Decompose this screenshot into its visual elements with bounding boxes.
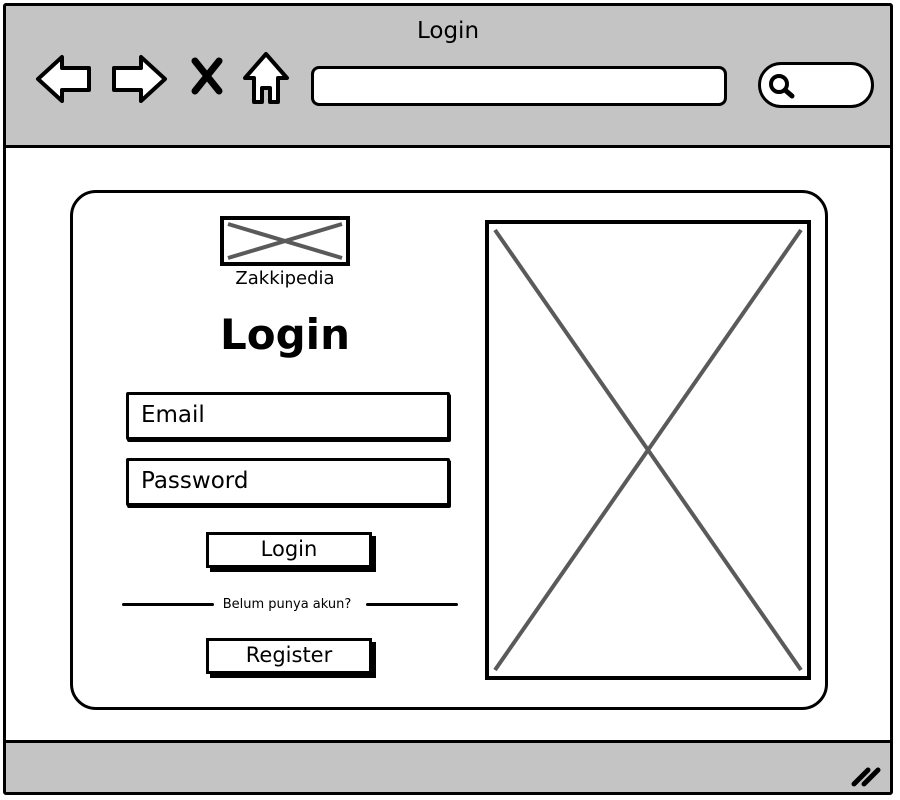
brand-name: Zakkipedia bbox=[235, 268, 335, 289]
separator-line-right bbox=[366, 603, 458, 606]
browser-toolbar: Login bbox=[6, 6, 890, 148]
email-placeholder: Email bbox=[141, 402, 205, 428]
separator-text: Belum punya akun? bbox=[222, 597, 352, 612]
separator-line-left bbox=[122, 603, 214, 606]
back-arrow-icon[interactable] bbox=[34, 52, 94, 106]
hero-image-placeholder bbox=[485, 220, 811, 680]
register-button[interactable]: Register bbox=[206, 638, 372, 674]
close-x-icon[interactable] bbox=[189, 56, 225, 96]
address-bar[interactable] bbox=[311, 66, 727, 106]
page-heading: Login bbox=[220, 310, 350, 359]
forward-arrow-icon[interactable] bbox=[109, 52, 169, 106]
resize-grip-icon[interactable] bbox=[850, 762, 884, 788]
email-field[interactable]: Email bbox=[126, 392, 450, 440]
window-title: Login bbox=[416, 18, 480, 44]
password-placeholder: Password bbox=[141, 468, 249, 494]
password-field[interactable]: Password bbox=[126, 458, 450, 506]
search-icon bbox=[769, 74, 795, 99]
search-box[interactable] bbox=[758, 62, 874, 108]
login-button[interactable]: Login bbox=[206, 532, 372, 568]
home-icon[interactable] bbox=[240, 50, 292, 106]
logo-image-placeholder bbox=[220, 216, 350, 266]
status-bar bbox=[6, 740, 890, 792]
